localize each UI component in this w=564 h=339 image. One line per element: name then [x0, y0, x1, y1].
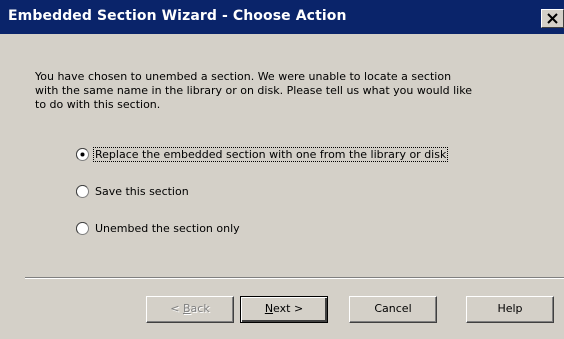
cancel-label: Cancel — [374, 302, 412, 315]
back-button[interactable]: < Back — [146, 296, 234, 323]
option-label[interactable]: Replace the embedded section with one fr… — [92, 147, 449, 162]
radio-unselected-icon[interactable] — [76, 185, 89, 198]
close-icon — [547, 13, 558, 24]
help-button[interactable]: Help — [466, 296, 554, 323]
help-label: Help — [497, 302, 523, 315]
title-bar[interactable]: Embedded Section Wizard - Choose Action — [0, 0, 564, 34]
cancel-button[interactable]: Cancel — [349, 296, 437, 323]
next-label-rest: ext > — [273, 302, 304, 315]
instruction-line: with the same name in the library or on … — [35, 84, 472, 97]
separator — [25, 277, 564, 279]
radio-selected-icon[interactable] — [76, 148, 89, 161]
instruction-line: to do with this section. — [35, 98, 161, 111]
option-label[interactable]: Save this section — [95, 185, 189, 198]
close-button[interactable] — [541, 9, 564, 28]
back-label-rest: ack — [190, 302, 210, 315]
wizard-dialog: Embedded Section Wizard - Choose Action … — [0, 0, 564, 339]
instruction-line: You have chosen to unembed a section. We… — [35, 70, 452, 83]
radio-unselected-icon[interactable] — [76, 222, 89, 235]
window-title: Embedded Section Wizard - Choose Action — [8, 8, 347, 24]
back-label-prefix: < — [170, 302, 183, 315]
instruction-text: You have chosen to unembed a section. We… — [35, 70, 535, 112]
back-label-mnemonic: B — [183, 302, 191, 315]
next-button[interactable]: Next > — [240, 296, 328, 323]
next-label-mnemonic: N — [264, 302, 274, 315]
option-label[interactable]: Unembed the section only — [95, 222, 240, 235]
